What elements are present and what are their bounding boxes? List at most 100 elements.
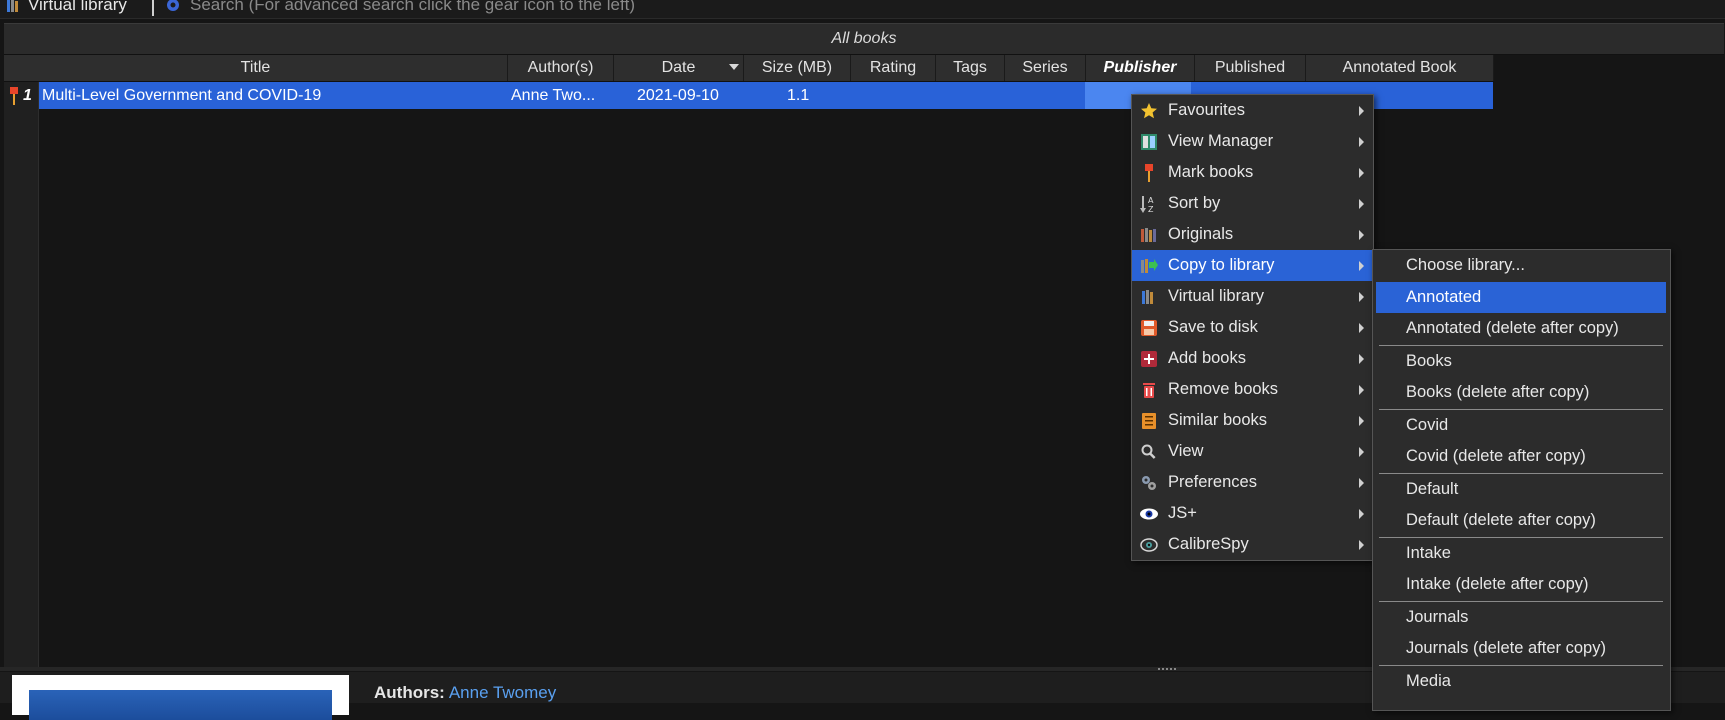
column-header-published[interactable]: Published bbox=[1195, 55, 1306, 81]
menu-item-label: Favourites bbox=[1168, 101, 1246, 119]
submenu-arrow-icon bbox=[1359, 477, 1364, 488]
submenu-item-choose-library[interactable]: Choose library... bbox=[1376, 250, 1666, 281]
submenu-item-default[interactable]: Default bbox=[1376, 474, 1666, 505]
submenu-item-default-delete[interactable]: Default (delete after copy) bbox=[1376, 505, 1666, 536]
menu-item-view-manager[interactable]: View Manager bbox=[1132, 126, 1373, 157]
cell-date: 2021-09-10 bbox=[637, 87, 719, 104]
submenu-item-journals-delete[interactable]: Journals (delete after copy) bbox=[1376, 633, 1666, 664]
menu-item-calibrespy[interactable]: CalibreSpy bbox=[1132, 529, 1373, 560]
column-header-authors[interactable]: Author(s) bbox=[508, 55, 614, 81]
menu-item-label: CalibreSpy bbox=[1168, 535, 1249, 553]
menu-item-js-plus[interactable]: JS+ bbox=[1132, 498, 1373, 529]
context-menu: Favourites View Manager Mark books AZ So… bbox=[1131, 94, 1374, 561]
menu-item-view[interactable]: View bbox=[1132, 436, 1373, 467]
save-disk-icon bbox=[1138, 318, 1160, 338]
toolbar-separator bbox=[152, 0, 154, 16]
menu-item-add-books[interactable]: Add books bbox=[1132, 343, 1373, 374]
virtual-library-button[interactable]: Virtual library bbox=[6, 0, 127, 16]
menu-item-similar-books[interactable]: Similar books bbox=[1132, 405, 1373, 436]
spy-eye-icon bbox=[1138, 535, 1160, 555]
submenu-arrow-icon bbox=[1359, 415, 1364, 426]
menu-item-save-to-disk[interactable]: Save to disk bbox=[1132, 312, 1373, 343]
menu-item-label: Save to disk bbox=[1168, 318, 1258, 336]
column-header-series[interactable]: Series bbox=[1005, 55, 1086, 81]
view-manager-icon bbox=[1138, 132, 1160, 152]
menu-item-copy-to-library[interactable]: Copy to library bbox=[1132, 250, 1373, 281]
submenu-arrow-icon bbox=[1359, 384, 1364, 395]
submenu-item-books-delete[interactable]: Books (delete after copy) bbox=[1376, 377, 1666, 408]
submenu-arrow-icon bbox=[1359, 539, 1364, 550]
submenu-item-intake[interactable]: Intake bbox=[1376, 538, 1666, 569]
search-placeholder: Search (For advanced search click the ge… bbox=[190, 0, 636, 14]
submenu-item-annotated-delete[interactable]: Annotated (delete after copy) bbox=[1376, 313, 1666, 344]
menu-item-sort-by[interactable]: AZ Sort by bbox=[1132, 188, 1373, 219]
virtual-library-icon bbox=[1138, 287, 1160, 307]
column-header-date-label: Date bbox=[661, 59, 696, 76]
menu-item-label: View Manager bbox=[1168, 132, 1274, 150]
submenu-arrow-icon bbox=[1359, 136, 1364, 147]
table-header: Title Author(s) Date Size (MB) Rating Ta… bbox=[4, 55, 1494, 82]
column-header-date[interactable]: Date bbox=[614, 55, 744, 81]
column-header-tags[interactable]: Tags bbox=[936, 55, 1005, 81]
star-icon bbox=[1138, 101, 1160, 121]
submenu-arrow-icon bbox=[1359, 198, 1364, 209]
menu-item-label: Virtual library bbox=[1168, 287, 1264, 305]
magnifier-icon bbox=[1138, 442, 1160, 462]
column-header-size[interactable]: Size (MB) bbox=[744, 55, 851, 81]
authors-line: Authors: Anne Twomey bbox=[374, 683, 556, 703]
sort-az-icon: AZ bbox=[1138, 194, 1160, 214]
menu-item-label: Similar books bbox=[1168, 411, 1268, 429]
submenu-item-covid-delete[interactable]: Covid (delete after copy) bbox=[1376, 441, 1666, 472]
submenu-item-journals[interactable]: Journals bbox=[1376, 602, 1666, 633]
column-header-annotated-book[interactable]: Annotated Book bbox=[1306, 55, 1494, 81]
eye-icon bbox=[1138, 504, 1160, 524]
similar-books-icon bbox=[1138, 411, 1160, 431]
cell-authors: Anne Two... bbox=[511, 87, 596, 104]
column-header-title[interactable]: Title bbox=[4, 55, 508, 81]
add-books-icon bbox=[1138, 349, 1160, 369]
menu-item-label: Sort by bbox=[1168, 194, 1221, 212]
row-number: 1 bbox=[23, 87, 32, 104]
books-icon bbox=[7, 0, 18, 12]
sort-arrow-icon bbox=[729, 64, 739, 70]
copy-library-icon bbox=[1138, 256, 1160, 276]
svg-text:A: A bbox=[1148, 196, 1154, 205]
menu-item-remove-books[interactable]: Remove books bbox=[1132, 374, 1373, 405]
authors-label: Authors: bbox=[374, 683, 445, 702]
menu-item-label: View bbox=[1168, 442, 1204, 460]
originals-icon bbox=[1138, 225, 1160, 245]
submenu-item-annotated[interactable]: Annotated bbox=[1376, 282, 1666, 313]
menu-item-mark-books[interactable]: Mark books bbox=[1132, 157, 1373, 188]
pin-icon bbox=[1138, 163, 1160, 183]
menu-item-virtual-library[interactable]: Virtual library bbox=[1132, 281, 1373, 312]
submenu-item-covid[interactable]: Covid bbox=[1376, 410, 1666, 441]
menu-item-label: Originals bbox=[1168, 225, 1234, 243]
library-title: All books bbox=[4, 23, 1724, 55]
submenu-item-intake-delete[interactable]: Intake (delete after copy) bbox=[1376, 569, 1666, 600]
submenu-arrow-icon bbox=[1359, 291, 1364, 302]
book-cover[interactable] bbox=[12, 675, 349, 720]
submenu-item-media[interactable]: Media bbox=[1376, 666, 1666, 697]
svg-text:Z: Z bbox=[1148, 205, 1154, 214]
authors-link[interactable]: Anne Twomey bbox=[449, 683, 556, 702]
column-header-publisher[interactable]: Publisher bbox=[1086, 55, 1195, 81]
menu-item-label: Preferences bbox=[1168, 473, 1257, 491]
menu-item-label: JS+ bbox=[1168, 504, 1197, 522]
top-toolbar: Virtual library Search (For advanced sea… bbox=[0, 0, 1725, 19]
submenu-arrow-icon bbox=[1359, 353, 1364, 364]
submenu-arrow-icon bbox=[1359, 260, 1364, 271]
cell-size: 1.1 bbox=[787, 87, 810, 104]
preferences-icon bbox=[1138, 473, 1160, 493]
submenu-arrow-icon bbox=[1359, 229, 1364, 240]
menu-item-favourites[interactable]: Favourites bbox=[1132, 95, 1373, 126]
search-input[interactable]: Search (For advanced search click the ge… bbox=[164, 0, 1704, 16]
column-header-rating[interactable]: Rating bbox=[851, 55, 936, 81]
gear-icon[interactable] bbox=[164, 0, 182, 14]
cell-title: Multi-Level Government and COVID-19 bbox=[42, 87, 322, 104]
submenu-item-books[interactable]: Books bbox=[1376, 346, 1666, 377]
menu-item-originals[interactable]: Originals bbox=[1132, 219, 1373, 250]
menu-item-preferences[interactable]: Preferences bbox=[1132, 467, 1373, 498]
row-marker: 1 bbox=[8, 84, 36, 108]
cover-image bbox=[29, 690, 332, 720]
submenu-arrow-icon bbox=[1359, 167, 1364, 178]
